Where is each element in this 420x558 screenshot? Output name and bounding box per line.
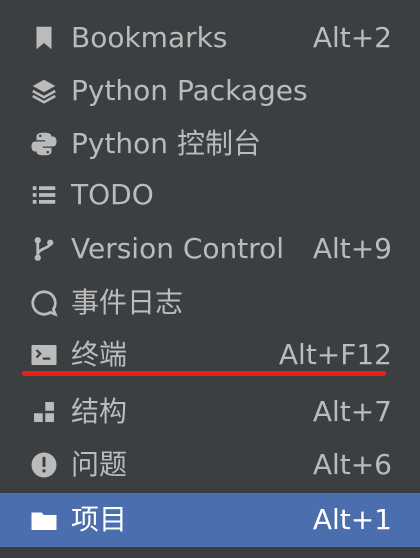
terminal-icon — [28, 339, 60, 371]
layers-icon — [28, 75, 60, 107]
menu-item-label: 结构 — [71, 395, 128, 428]
menu-item-shortcut: Alt+6 — [312, 448, 392, 481]
menu-item-label: TODO — [71, 178, 154, 211]
menu-item-shortcut: Alt+7 — [312, 395, 392, 428]
structure-icon — [28, 396, 60, 428]
menu-item-label: Python Packages — [71, 74, 308, 107]
menu-item-shortcut: Alt+1 — [312, 503, 392, 536]
menu-item-label: Version Control — [71, 232, 285, 265]
menu-item-event-log[interactable]: 事件日志 — [0, 276, 420, 330]
red-underline-annotation — [22, 371, 386, 376]
menu-item-project[interactable]: 项目 Alt+1 — [0, 493, 420, 547]
menu-item-version-control[interactable]: Version Control Alt+9 — [0, 222, 420, 276]
menu-item-python-console[interactable]: Python 控制台 — [0, 117, 420, 171]
menu-item-problems[interactable]: 问题 Alt+6 — [0, 438, 420, 492]
menu-item-label: Bookmarks — [71, 21, 228, 54]
bookmark-icon — [28, 22, 60, 54]
menu-item-label: 项目 — [71, 503, 128, 536]
menu-item-python-packages[interactable]: Python Packages — [0, 64, 420, 118]
branch-icon — [28, 233, 60, 265]
menu-item-todo[interactable]: TODO — [0, 168, 420, 222]
speech-bubble-icon — [28, 287, 60, 319]
menu-item-label: Python 控制台 — [71, 127, 261, 160]
menu-item-bookmarks[interactable]: Bookmarks Alt+2 — [0, 11, 420, 65]
folder-icon — [28, 504, 60, 536]
menu-item-shortcut: Alt+9 — [312, 232, 392, 265]
warning-icon — [28, 449, 60, 481]
tool-window-menu: Bookmarks Alt+2 Python Packages Python 控… — [0, 0, 420, 558]
menu-item-label: 事件日志 — [71, 286, 184, 319]
menu-item-label: 问题 — [71, 448, 128, 481]
python-icon — [28, 128, 60, 160]
menu-item-structure[interactable]: 结构 Alt+7 — [0, 385, 420, 439]
menu-item-shortcut: Alt+2 — [312, 21, 392, 54]
list-icon — [28, 179, 60, 211]
